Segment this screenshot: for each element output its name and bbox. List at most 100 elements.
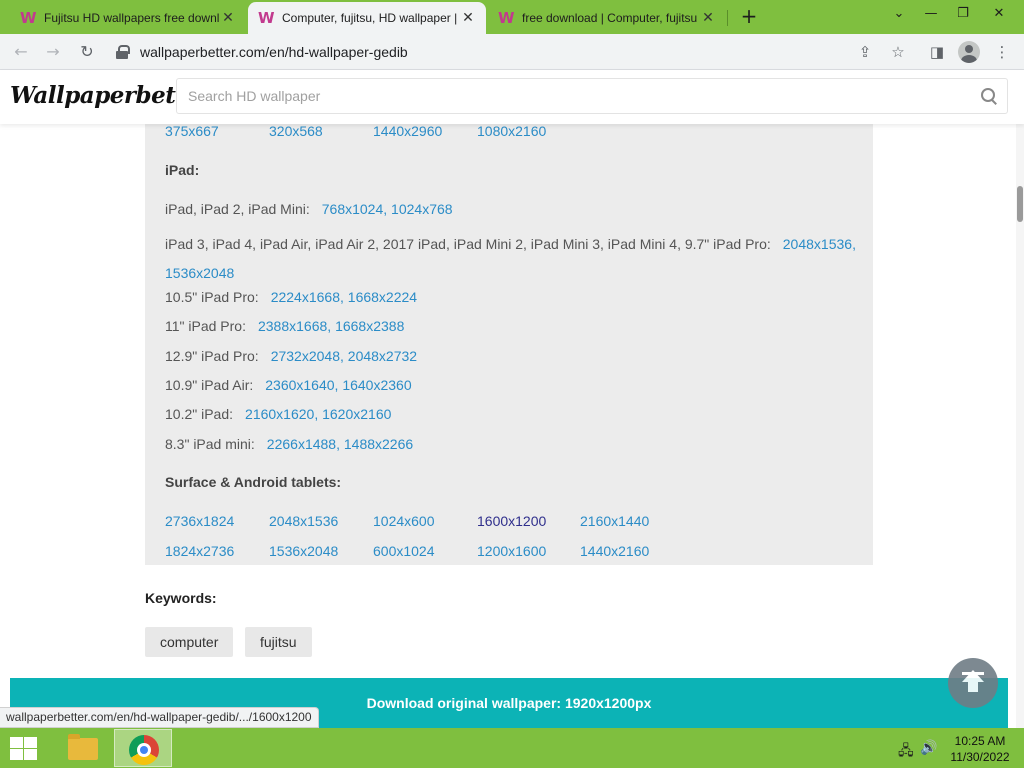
device-label: 12.9" iPad Pro:	[165, 348, 259, 364]
clock-time: 10:25 AM	[954, 734, 1006, 748]
address-bar[interactable]: wallpaperbetter.com/en/hd-wallpaper-gedi…	[108, 38, 848, 66]
resolution-link[interactable]: 2224x1668	[271, 289, 340, 305]
ipad-line: 10.2" iPad: 2160x1620, 1620x2160	[165, 406, 392, 422]
clock-date: 11/30/2022	[950, 750, 1010, 764]
page-content: 375x667 320x568 1440x2960 1080x2160 iPad…	[0, 124, 1016, 728]
device-label: iPad 3, iPad 4, iPad Air, iPad Air 2, 20…	[165, 236, 771, 252]
resolution-link[interactable]: 1440x2160	[580, 543, 649, 559]
keywords-heading: Keywords:	[145, 590, 217, 606]
ipad-line: 10.9" iPad Air: 2360x1640, 1640x2360	[165, 377, 412, 393]
new-tab-button[interactable]: +	[737, 5, 761, 29]
search-box	[176, 78, 1008, 114]
resolution-link[interactable]: 1024x768	[391, 201, 453, 217]
device-label: 10.9" iPad Air:	[165, 377, 254, 393]
windows-start-icon[interactable]	[8, 737, 38, 761]
keyword-tag-fujitsu[interactable]: fujitsu	[245, 627, 312, 657]
restore-button[interactable]: ❐	[950, 2, 976, 26]
minimize-button[interactable]: —	[918, 2, 944, 26]
reload-icon[interactable]: ↻	[75, 40, 99, 64]
ipad-line: iPad 3, iPad 4, iPad Air, iPad Air 2, 20…	[165, 236, 856, 281]
bookmark-star-icon[interactable]: ☆	[886, 40, 910, 64]
back-arrow-icon[interactable]: ←	[9, 40, 33, 64]
tab-title: free download | Computer, fujitsu	[522, 11, 698, 25]
folder-icon	[68, 734, 98, 760]
chrome-icon	[129, 735, 159, 765]
resolution-link[interactable]: 2736x1824	[165, 513, 234, 529]
forward-arrow-icon[interactable]: →	[41, 40, 65, 64]
ipad-heading: iPad:	[165, 162, 200, 178]
ipad-line: 10.5" iPad Pro: 2224x1668, 1668x2224	[165, 289, 418, 305]
resolution-link[interactable]: 1536x2048	[269, 543, 338, 559]
volume-icon[interactable]: 🔊	[920, 740, 937, 756]
resolution-link[interactable]: 2048x1536	[269, 513, 338, 529]
resolution-link[interactable]: 2160x1440	[580, 513, 649, 529]
resolution-link[interactable]: 2160x1620	[245, 406, 314, 422]
device-label: 11" iPad Pro:	[165, 318, 246, 334]
link-status-bubble: wallpaperbetter.com/en/hd-wallpaper-gedi…	[0, 707, 319, 728]
resolution-link[interactable]: 1488x2266	[344, 436, 413, 452]
system-clock[interactable]: 10:25 AM 11/30/2022	[940, 733, 1020, 765]
tab-computer-fujitsu-active[interactable]: W Computer, fujitsu, HD wallpaper | ✕	[248, 2, 486, 34]
device-label: 10.2" iPad:	[165, 406, 234, 422]
device-label: 8.3" iPad mini:	[165, 436, 255, 452]
tab-title: Computer, fujitsu, HD wallpaper |	[282, 11, 458, 25]
resolution-link[interactable]: 2048x2732	[348, 348, 417, 364]
ipad-line: 11" iPad Pro: 2388x1668, 1668x2388	[165, 318, 405, 334]
surface-android-heading: Surface & Android tablets:	[165, 474, 342, 490]
keyword-tag-computer[interactable]: computer	[145, 627, 234, 657]
wallpaperbetter-favicon-icon: W	[498, 9, 515, 27]
browser-tab-strip: W Fujitsu HD wallpapers free downl ✕ W C…	[0, 0, 1024, 34]
resolution-link[interactable]: 320x568	[269, 124, 323, 139]
resolution-link[interactable]: 1024x600	[373, 513, 435, 529]
file-explorer-taskbar-item[interactable]	[52, 729, 110, 767]
tab-title: Fujitsu HD wallpapers free downl	[44, 11, 220, 25]
resolution-link[interactable]: 1440x2960	[373, 124, 442, 139]
wallpaperbetter-favicon-icon: W	[20, 9, 37, 27]
resolution-link[interactable]: 1640x2360	[342, 377, 411, 393]
resolution-link[interactable]: 2048x1536	[783, 236, 852, 252]
resolution-link[interactable]: 2732x2048	[271, 348, 340, 364]
tab-free-download[interactable]: W free download | Computer, fujitsu ✕	[488, 2, 726, 34]
resolutions-panel: 375x667 320x568 1440x2960 1080x2160 iPad…	[145, 124, 873, 565]
lock-icon[interactable]	[116, 45, 130, 59]
scrollbar-thumb[interactable]	[1017, 186, 1023, 222]
device-label: 10.5" iPad Pro:	[165, 289, 259, 305]
chrome-taskbar-item[interactable]	[114, 729, 172, 767]
resolution-link[interactable]: 600x1024	[373, 543, 435, 559]
close-tab-icon[interactable]: ✕	[220, 10, 236, 26]
menu-kebab-icon[interactable]: ⋮	[990, 40, 1014, 64]
scroll-to-top-icon	[962, 672, 984, 675]
device-label: iPad, iPad 2, iPad Mini:	[165, 201, 310, 217]
resolution-link[interactable]: 1200x1600	[477, 543, 546, 559]
resolution-link[interactable]: 1668x2388	[335, 318, 404, 334]
resolution-link[interactable]: 2360x1640	[265, 377, 334, 393]
search-input[interactable]	[177, 79, 957, 113]
profile-avatar-icon[interactable]	[958, 41, 980, 63]
resolution-link[interactable]: 1536x2048	[165, 265, 234, 281]
ipad-line: 8.3" iPad mini: 2266x1488, 1488x2266	[165, 436, 414, 452]
resolution-link[interactable]: 1080x2160	[477, 124, 546, 139]
resolution-link[interactable]: 1620x2160	[322, 406, 391, 422]
tab-fujitsu-wallpapers[interactable]: W Fujitsu HD wallpapers free downl ✕	[10, 2, 246, 34]
close-window-button[interactable]: ✕	[984, 2, 1014, 26]
close-tab-icon[interactable]: ✕	[700, 10, 716, 26]
resolution-link[interactable]: 1668x2224	[348, 289, 417, 305]
scroll-to-top-button[interactable]	[948, 658, 998, 708]
tab-separator	[727, 10, 728, 26]
resolution-link[interactable]: 2388x1668	[258, 318, 327, 334]
resolution-link-hovered[interactable]: 1600x1200	[477, 513, 546, 529]
tab-search-button[interactable]: ⌄	[886, 2, 912, 26]
side-panel-icon[interactable]: ◨	[925, 40, 949, 64]
network-icon[interactable]: 🖧	[898, 740, 914, 764]
ipad-line: iPad, iPad 2, iPad Mini: 768x1024, 1024x7…	[165, 201, 453, 217]
resolution-link[interactable]: 375x667	[165, 124, 219, 139]
close-tab-icon[interactable]: ✕	[460, 10, 476, 26]
url-text: wallpaperbetter.com/en/hd-wallpaper-gedi…	[140, 44, 408, 60]
resolution-link[interactable]: 768x1024	[322, 201, 384, 217]
windows-taskbar: 🖧 🔊 10:25 AM 11/30/2022	[0, 728, 1024, 768]
share-icon[interactable]: ⇪	[853, 40, 877, 64]
resolution-link[interactable]: 2266x1488	[267, 436, 336, 452]
wallpaperbetter-favicon-icon: W	[258, 9, 275, 27]
search-icon[interactable]	[981, 88, 997, 104]
resolution-link[interactable]: 1824x2736	[165, 543, 234, 559]
